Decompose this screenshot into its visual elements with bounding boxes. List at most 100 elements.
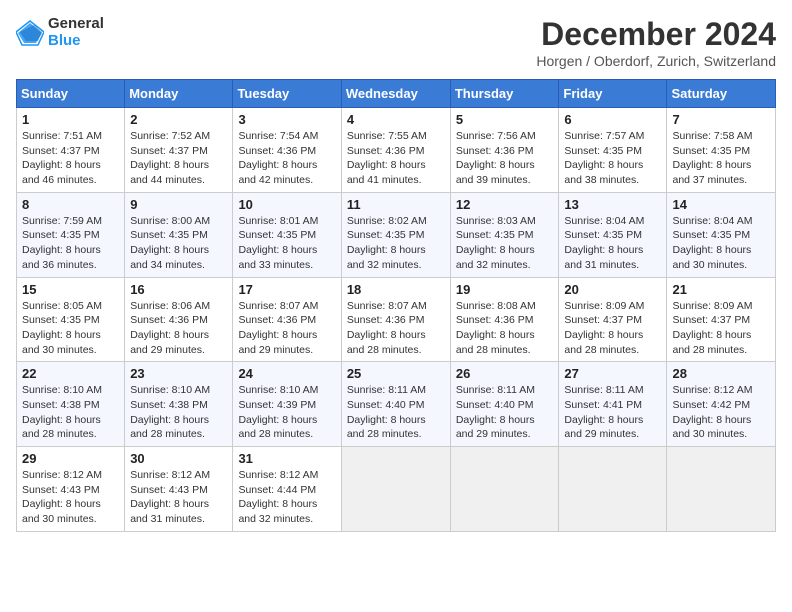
daylight-label: Daylight: 8 hours and 42 minutes. bbox=[238, 159, 317, 186]
day-info: Sunrise: 7:56 AM Sunset: 4:36 PM Dayligh… bbox=[456, 129, 554, 188]
sunset-label: Sunset: 4:42 PM bbox=[672, 399, 750, 411]
day-number: 17 bbox=[238, 282, 335, 297]
col-header-monday: Monday bbox=[125, 80, 233, 108]
day-info: Sunrise: 7:51 AM Sunset: 4:37 PM Dayligh… bbox=[22, 129, 119, 188]
sunset-label: Sunset: 4:36 PM bbox=[456, 314, 534, 326]
sunset-label: Sunset: 4:40 PM bbox=[347, 399, 425, 411]
sunrise-label: Sunrise: 8:00 AM bbox=[130, 215, 210, 227]
sunset-label: Sunset: 4:36 PM bbox=[456, 145, 534, 157]
sunset-label: Sunset: 4:35 PM bbox=[672, 229, 750, 241]
day-info: Sunrise: 8:10 AM Sunset: 4:38 PM Dayligh… bbox=[130, 383, 227, 442]
sunset-label: Sunset: 4:35 PM bbox=[564, 229, 642, 241]
calendar-week-row: 1 Sunrise: 7:51 AM Sunset: 4:37 PM Dayli… bbox=[17, 108, 776, 193]
sunrise-label: Sunrise: 8:09 AM bbox=[672, 300, 752, 312]
calendar-cell: 29 Sunrise: 8:12 AM Sunset: 4:43 PM Dayl… bbox=[17, 447, 125, 532]
day-info: Sunrise: 8:12 AM Sunset: 4:44 PM Dayligh… bbox=[238, 468, 335, 527]
sunrise-label: Sunrise: 8:08 AM bbox=[456, 300, 536, 312]
daylight-label: Daylight: 8 hours and 28 minutes. bbox=[347, 414, 426, 441]
day-number: 6 bbox=[564, 112, 661, 127]
sunset-label: Sunset: 4:36 PM bbox=[238, 145, 316, 157]
sunset-label: Sunset: 4:40 PM bbox=[456, 399, 534, 411]
day-number: 5 bbox=[456, 112, 554, 127]
sunrise-label: Sunrise: 8:12 AM bbox=[130, 469, 210, 481]
calendar-cell: 15 Sunrise: 8:05 AM Sunset: 4:35 PM Dayl… bbox=[17, 277, 125, 362]
day-info: Sunrise: 8:07 AM Sunset: 4:36 PM Dayligh… bbox=[238, 299, 335, 358]
sunset-label: Sunset: 4:36 PM bbox=[347, 314, 425, 326]
daylight-label: Daylight: 8 hours and 32 minutes. bbox=[456, 244, 535, 271]
calendar-cell: 20 Sunrise: 8:09 AM Sunset: 4:37 PM Dayl… bbox=[559, 277, 667, 362]
day-info: Sunrise: 8:09 AM Sunset: 4:37 PM Dayligh… bbox=[672, 299, 770, 358]
sunset-label: Sunset: 4:44 PM bbox=[238, 484, 316, 496]
sunset-label: Sunset: 4:37 PM bbox=[564, 314, 642, 326]
calendar-cell: 21 Sunrise: 8:09 AM Sunset: 4:37 PM Dayl… bbox=[667, 277, 776, 362]
calendar-week-row: 29 Sunrise: 8:12 AM Sunset: 4:43 PM Dayl… bbox=[17, 447, 776, 532]
calendar-week-row: 8 Sunrise: 7:59 AM Sunset: 4:35 PM Dayli… bbox=[17, 192, 776, 277]
sunrise-label: Sunrise: 8:02 AM bbox=[347, 215, 427, 227]
daylight-label: Daylight: 8 hours and 41 minutes. bbox=[347, 159, 426, 186]
daylight-label: Daylight: 8 hours and 28 minutes. bbox=[22, 414, 101, 441]
sunrise-label: Sunrise: 8:10 AM bbox=[130, 384, 210, 396]
daylight-label: Daylight: 8 hours and 32 minutes. bbox=[347, 244, 426, 271]
daylight-label: Daylight: 8 hours and 36 minutes. bbox=[22, 244, 101, 271]
calendar-cell bbox=[341, 447, 450, 532]
col-header-wednesday: Wednesday bbox=[341, 80, 450, 108]
day-info: Sunrise: 8:09 AM Sunset: 4:37 PM Dayligh… bbox=[564, 299, 661, 358]
calendar-header-row: SundayMondayTuesdayWednesdayThursdayFrid… bbox=[17, 80, 776, 108]
day-info: Sunrise: 7:55 AM Sunset: 4:36 PM Dayligh… bbox=[347, 129, 445, 188]
day-number: 2 bbox=[130, 112, 227, 127]
day-number: 27 bbox=[564, 366, 661, 381]
day-number: 15 bbox=[22, 282, 119, 297]
calendar-week-row: 15 Sunrise: 8:05 AM Sunset: 4:35 PM Dayl… bbox=[17, 277, 776, 362]
logo-text: General Blue bbox=[48, 16, 104, 49]
calendar-cell: 8 Sunrise: 7:59 AM Sunset: 4:35 PM Dayli… bbox=[17, 192, 125, 277]
calendar-table: SundayMondayTuesdayWednesdayThursdayFrid… bbox=[16, 79, 776, 532]
sunset-label: Sunset: 4:35 PM bbox=[238, 229, 316, 241]
sunrise-label: Sunrise: 8:12 AM bbox=[672, 384, 752, 396]
daylight-label: Daylight: 8 hours and 28 minutes. bbox=[672, 329, 751, 356]
sunrise-label: Sunrise: 8:09 AM bbox=[564, 300, 644, 312]
day-info: Sunrise: 8:10 AM Sunset: 4:39 PM Dayligh… bbox=[238, 383, 335, 442]
day-info: Sunrise: 8:12 AM Sunset: 4:43 PM Dayligh… bbox=[22, 468, 119, 527]
day-info: Sunrise: 8:04 AM Sunset: 4:35 PM Dayligh… bbox=[564, 214, 661, 273]
calendar-cell: 23 Sunrise: 8:10 AM Sunset: 4:38 PM Dayl… bbox=[125, 362, 233, 447]
calendar-cell: 13 Sunrise: 8:04 AM Sunset: 4:35 PM Dayl… bbox=[559, 192, 667, 277]
sunset-label: Sunset: 4:43 PM bbox=[22, 484, 100, 496]
day-info: Sunrise: 7:54 AM Sunset: 4:36 PM Dayligh… bbox=[238, 129, 335, 188]
sunset-label: Sunset: 4:36 PM bbox=[238, 314, 316, 326]
sunrise-label: Sunrise: 8:04 AM bbox=[564, 215, 644, 227]
day-info: Sunrise: 7:58 AM Sunset: 4:35 PM Dayligh… bbox=[672, 129, 770, 188]
calendar-cell: 28 Sunrise: 8:12 AM Sunset: 4:42 PM Dayl… bbox=[667, 362, 776, 447]
sunrise-label: Sunrise: 8:06 AM bbox=[130, 300, 210, 312]
sunrise-label: Sunrise: 8:11 AM bbox=[347, 384, 426, 396]
day-number: 21 bbox=[672, 282, 770, 297]
daylight-label: Daylight: 8 hours and 30 minutes. bbox=[672, 244, 751, 271]
day-info: Sunrise: 8:00 AM Sunset: 4:35 PM Dayligh… bbox=[130, 214, 227, 273]
day-info: Sunrise: 8:03 AM Sunset: 4:35 PM Dayligh… bbox=[456, 214, 554, 273]
daylight-label: Daylight: 8 hours and 30 minutes. bbox=[22, 329, 101, 356]
daylight-label: Daylight: 8 hours and 28 minutes. bbox=[564, 329, 643, 356]
day-number: 13 bbox=[564, 197, 661, 212]
daylight-label: Daylight: 8 hours and 33 minutes. bbox=[238, 244, 317, 271]
sunrise-label: Sunrise: 8:12 AM bbox=[22, 469, 102, 481]
calendar-cell: 26 Sunrise: 8:11 AM Sunset: 4:40 PM Dayl… bbox=[450, 362, 559, 447]
sunset-label: Sunset: 4:35 PM bbox=[22, 314, 100, 326]
sunrise-label: Sunrise: 7:54 AM bbox=[238, 130, 318, 142]
sunrise-label: Sunrise: 8:11 AM bbox=[564, 384, 643, 396]
day-info: Sunrise: 8:05 AM Sunset: 4:35 PM Dayligh… bbox=[22, 299, 119, 358]
logo-icon bbox=[16, 19, 44, 47]
day-number: 20 bbox=[564, 282, 661, 297]
day-info: Sunrise: 8:11 AM Sunset: 4:40 PM Dayligh… bbox=[347, 383, 445, 442]
sunset-label: Sunset: 4:43 PM bbox=[130, 484, 208, 496]
day-number: 9 bbox=[130, 197, 227, 212]
sunrise-label: Sunrise: 7:57 AM bbox=[564, 130, 644, 142]
calendar-cell bbox=[559, 447, 667, 532]
calendar-cell: 19 Sunrise: 8:08 AM Sunset: 4:36 PM Dayl… bbox=[450, 277, 559, 362]
sunrise-label: Sunrise: 7:58 AM bbox=[672, 130, 752, 142]
sunrise-label: Sunrise: 8:03 AM bbox=[456, 215, 536, 227]
col-header-saturday: Saturday bbox=[667, 80, 776, 108]
daylight-label: Daylight: 8 hours and 34 minutes. bbox=[130, 244, 209, 271]
day-number: 22 bbox=[22, 366, 119, 381]
calendar-week-row: 22 Sunrise: 8:10 AM Sunset: 4:38 PM Dayl… bbox=[17, 362, 776, 447]
col-header-friday: Friday bbox=[559, 80, 667, 108]
calendar-cell: 14 Sunrise: 8:04 AM Sunset: 4:35 PM Dayl… bbox=[667, 192, 776, 277]
